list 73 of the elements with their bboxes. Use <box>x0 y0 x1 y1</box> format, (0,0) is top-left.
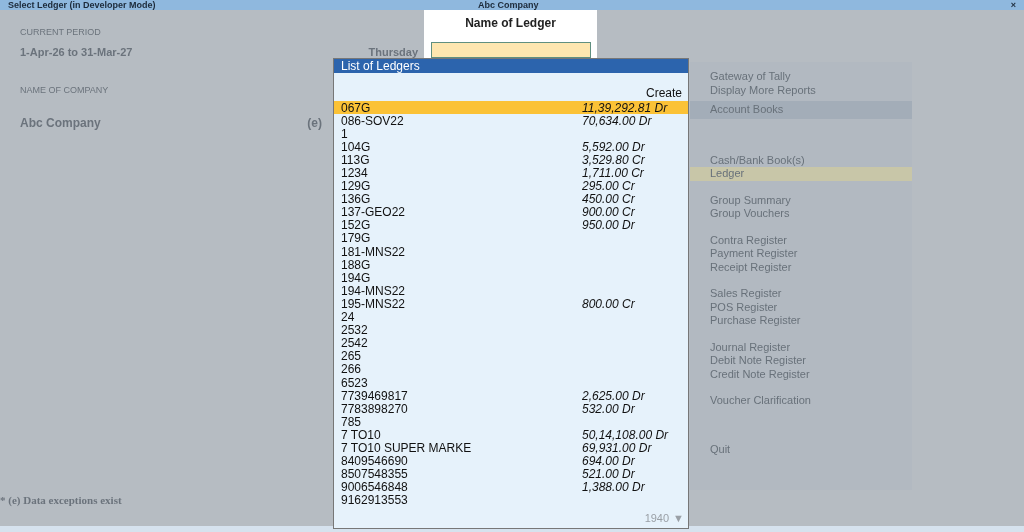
close-button[interactable]: × <box>1010 0 1016 10</box>
company-label: NAME OF COMPANY <box>20 84 109 97</box>
window-title: Select Ledger (in Developer Mode) <box>8 0 157 10</box>
period-text: 1-Apr-26 to 31-Mar-27 <box>20 44 134 60</box>
exceptions-note: * (e) Data exceptions exist <box>0 492 122 508</box>
ledger-row[interactable]: 104G 5,592.00 Dr <box>334 140 688 154</box>
ledger-row[interactable]: 2542 <box>334 336 688 350</box>
ledger-name: 152G <box>341 217 372 233</box>
day-text: Thursday <box>368 44 418 60</box>
ledger-name: 2542 <box>341 335 369 351</box>
ledger-row[interactable]: 785 <box>334 415 688 429</box>
ledger-name: 136G <box>341 191 372 207</box>
ledger-row[interactable]: 136G 450.00 Cr <box>334 192 688 206</box>
ledger-balance: 450.00 Cr <box>582 191 635 207</box>
ledger-balance: 532.00 Dr <box>582 401 635 418</box>
ledger-row[interactable]: 2532 <box>334 323 688 337</box>
ledger-balance: 1,711.00 Cr <box>582 166 644 181</box>
list-title: List of Ledgers <box>334 59 688 73</box>
ledger-balance: 2,625.00 Dr <box>582 387 645 404</box>
create-link[interactable]: Create <box>645 87 682 100</box>
ledger-row[interactable]: 7739469817 2,625.00 Dr <box>334 389 688 403</box>
ledger-row[interactable]: 113G 3,529.80 Cr <box>334 153 688 167</box>
ledger-row[interactable]: 137-GEO22 900.00 Cr <box>334 205 688 219</box>
ledger-row[interactable]: 1 <box>334 127 688 141</box>
ledger-row[interactable]: 152G 950.00 Dr <box>334 218 688 232</box>
ledger-name: 8507548355 <box>341 466 409 482</box>
ledger-row[interactable]: 194-MNS22 <box>334 284 688 298</box>
ledger-balance: 11,39,292.81 Dr <box>582 99 668 116</box>
ledger-name: 1234 <box>341 165 369 181</box>
ledger-name: 9006546848 <box>341 479 409 495</box>
ledger-balance: 295.00 Cr <box>582 179 635 194</box>
ledger-name: 7 TO10 SUPER MARKE <box>341 440 473 456</box>
ledger-balance: 900.00 Cr <box>582 204 635 220</box>
ledger-count: 1940 <box>644 510 670 526</box>
ledger-name: 2532 <box>341 322 369 338</box>
ledger-row[interactable]: 181-MNS22 <box>334 245 688 259</box>
ledger-name: 8409546690 <box>341 453 409 469</box>
ledger-balance: 50,14,108.00 Dr <box>582 426 669 443</box>
prompt-title: Name of Ledger <box>465 15 556 32</box>
ledger-row[interactable]: 266 <box>334 362 688 376</box>
ledger-row[interactable]: 265 <box>334 349 688 363</box>
ledger-row[interactable]: 6523 <box>334 375 688 390</box>
exception-mark: (e) <box>307 114 322 132</box>
ledger-balance: 800.00 Cr <box>582 295 635 313</box>
ledger-row[interactable]: 7783898270 532.00 Dr <box>334 402 688 416</box>
period-label: CURRENT PERIOD <box>20 26 101 39</box>
ledger-row[interactable]: 086-SOV22 70,634.00 Dr <box>334 114 688 128</box>
name-input-field[interactable] <box>430 42 591 58</box>
ledger-balance: 3,529.80 Cr <box>582 152 645 168</box>
ledger-row[interactable]: 194G <box>334 271 688 285</box>
ledger-row[interactable]: 8409546690 694.00 Dr <box>334 454 688 468</box>
ledger-row[interactable]: 8507548355 521.00 Dr <box>334 467 688 481</box>
ledger-balance: 69,931.00 Dr <box>582 441 652 456</box>
ledger-balance: 694.00 Dr <box>582 454 635 469</box>
ledger-name: 24 <box>341 309 356 325</box>
ledger-row[interactable]: 7 TO10 SUPER MARKE 69,931.00 Dr <box>334 441 688 455</box>
ledger-row[interactable]: 195-MNS22 800.00 Cr <box>334 297 688 311</box>
ledger-row[interactable]: 9006546848 1,388.00 Dr <box>334 480 688 494</box>
ledger-name: 137-GEO22 <box>341 204 407 220</box>
ledger-name: 129G <box>341 178 372 194</box>
ledger-balance: 521.00 Dr <box>582 466 635 482</box>
ledger-row[interactable]: 188G <box>334 258 688 272</box>
ledger-name: 265 <box>341 348 363 364</box>
company-name: Abc Company <box>20 114 102 132</box>
ledger-row[interactable]: 129G 295.00 Cr <box>334 179 688 193</box>
ledger-row[interactable]: 067G 11,39,292.81 Dr <box>334 101 688 115</box>
ledger-balance: 70,634.00 Dr <box>582 113 652 130</box>
ledger-row[interactable]: 7 TO10 50,14,108.00 Dr <box>334 428 688 442</box>
ledger-row[interactable]: 1234 1,711.00 Cr <box>334 166 688 180</box>
company-title: Abc Company <box>478 0 540 10</box>
ledger-balance: 5,592.00 Dr <box>582 138 645 155</box>
ledger-name: 9162913553 <box>341 492 409 510</box>
ledger-row[interactable]: 24 <box>334 310 688 324</box>
